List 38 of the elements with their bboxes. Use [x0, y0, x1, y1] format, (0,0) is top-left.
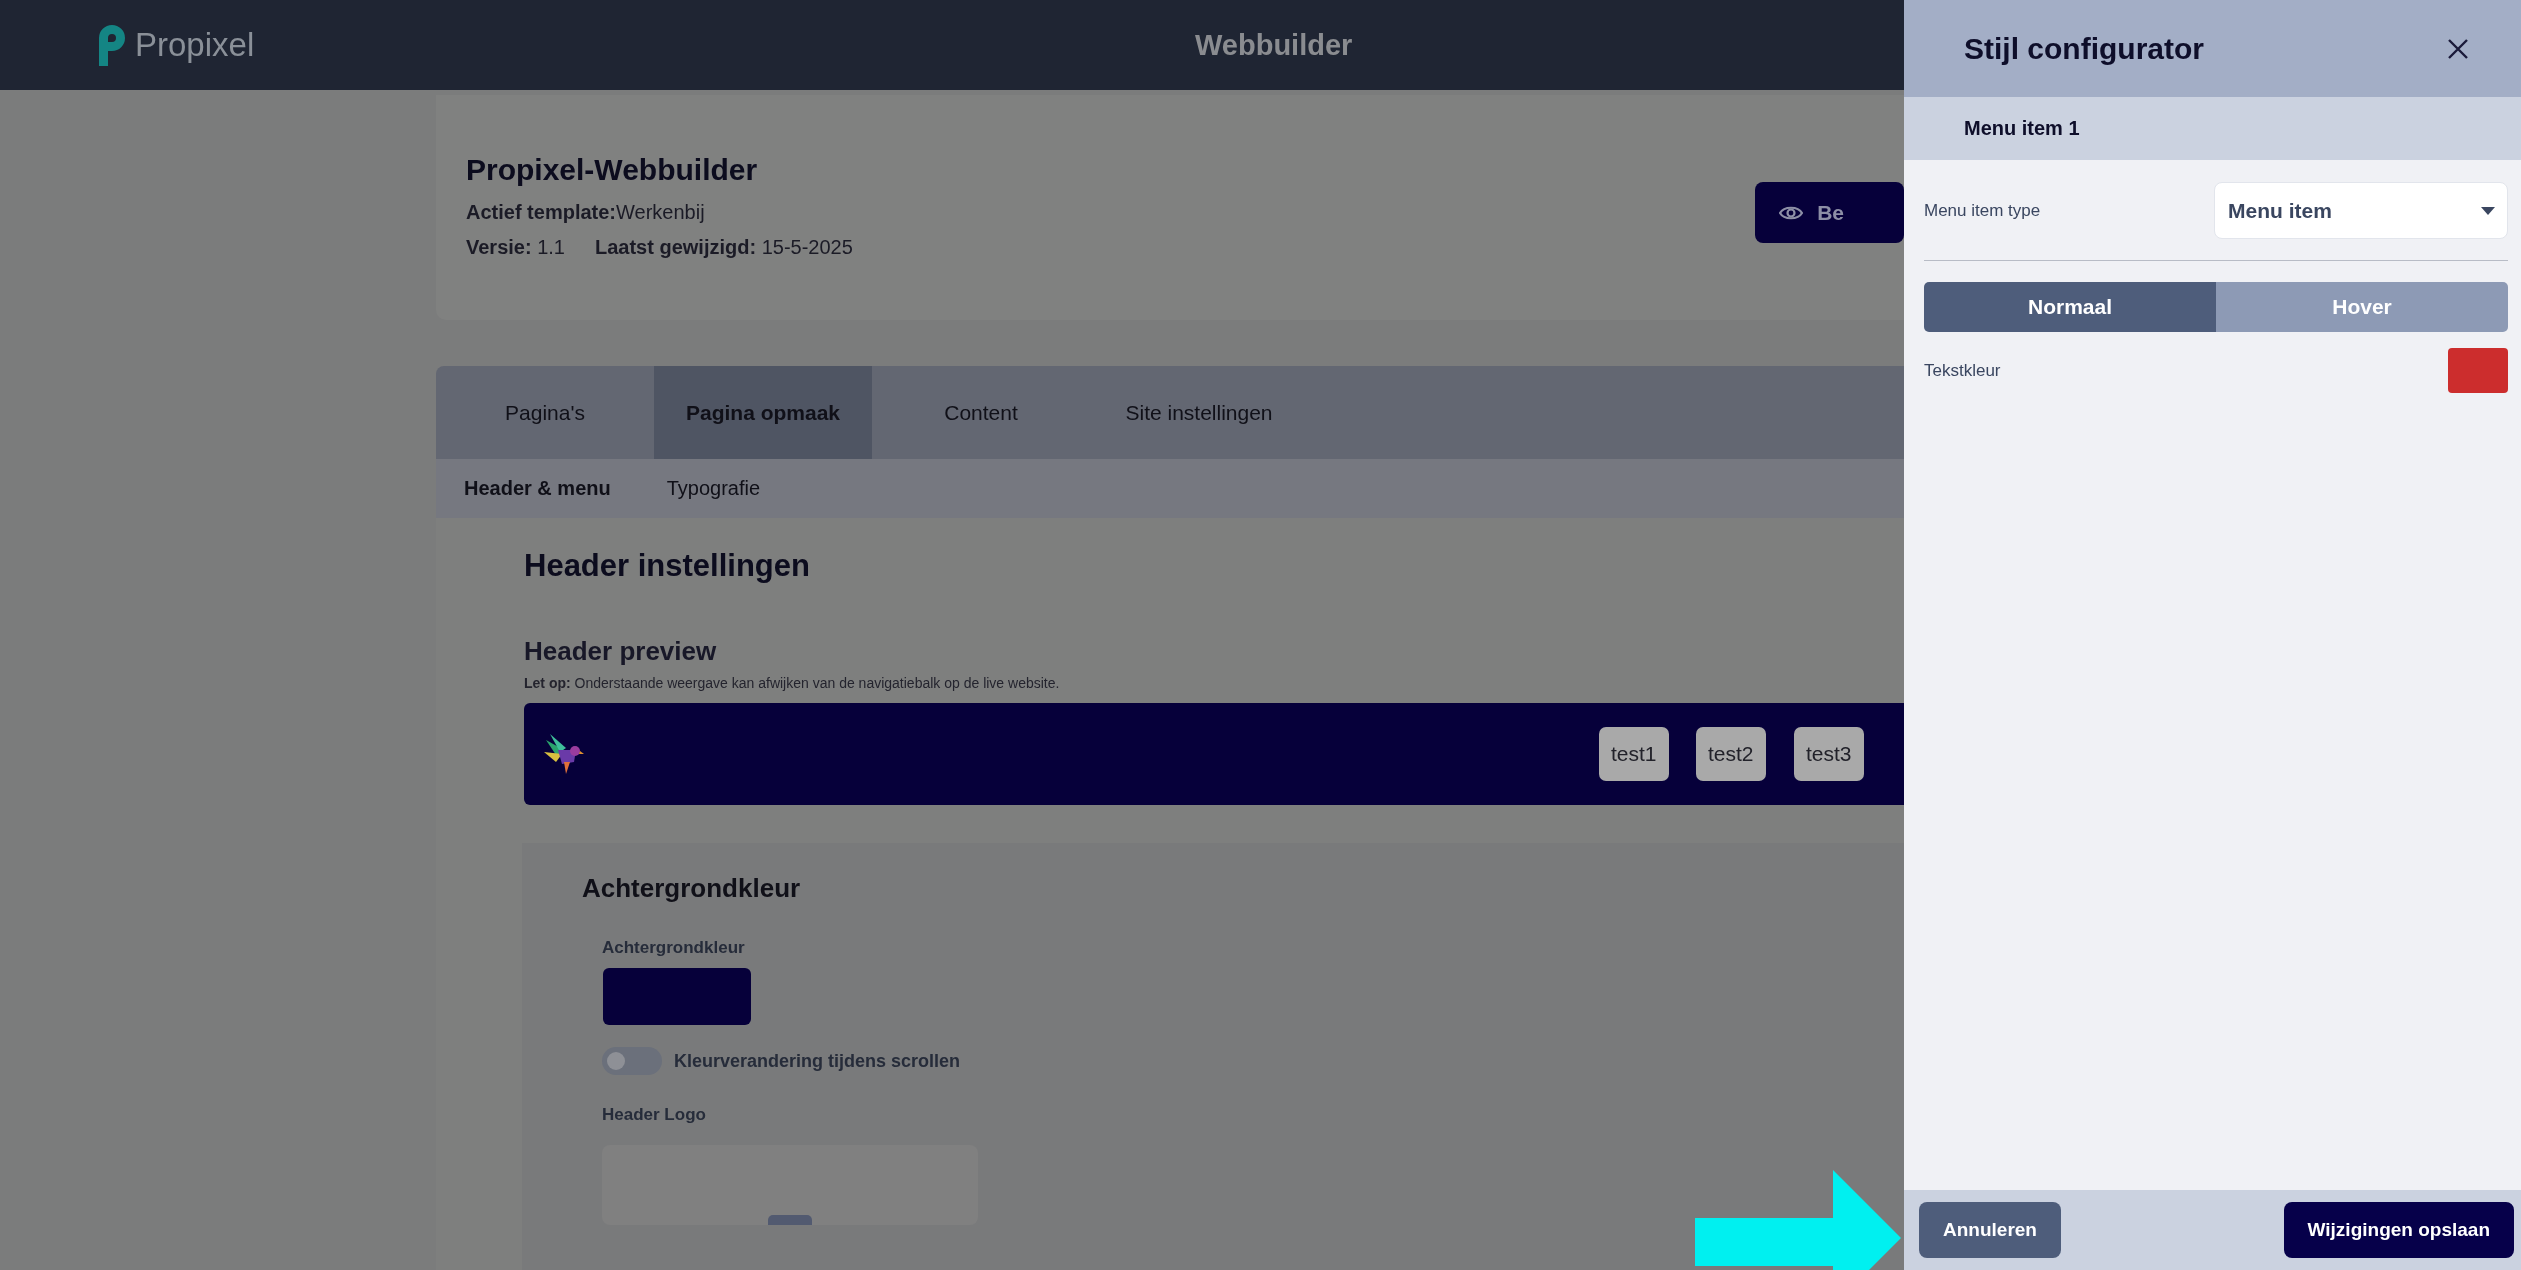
template-text: Actief template:Werkenbij	[466, 201, 705, 224]
preview-note: Let op: Onderstaande weergave kan afwijken van de navigatiebalk op de live website.	[524, 675, 1061, 691]
field-label: Tekstkleur	[1924, 360, 2001, 381]
menu-item-button[interactable]: test3	[1794, 727, 1864, 781]
preview-button[interactable]: Be	[1755, 182, 1904, 243]
image-placeholder-icon	[768, 1215, 812, 1225]
subtab[interactable]: Header & menu	[464, 477, 611, 500]
logo-text: Propixel	[135, 26, 255, 64]
color-swatch[interactable]	[2448, 348, 2508, 393]
card-title: Achtergrondkleur	[582, 873, 802, 904]
modified-text: Laatst gewijzigd: 15-5-2025	[594, 236, 853, 259]
app-title: Webbuilder	[1195, 28, 1354, 62]
save-button[interactable]: Wijzigingen opslaan	[2283, 1202, 2514, 1258]
field-label: Achtergrondkleur	[602, 938, 746, 958]
subtab[interactable]: Typografie	[666, 477, 761, 500]
project-title: Propixel-Webbuilder	[466, 153, 759, 187]
toggle-label: Kleurverandering tijdens scrollen	[674, 1050, 961, 1072]
toggle-switch[interactable]	[602, 1047, 662, 1075]
field-label: Menu item type	[1924, 200, 2041, 221]
type-dropdown[interactable]: Menu item	[2214, 182, 2508, 239]
state-tab[interactable]: Normaal	[1924, 282, 2216, 332]
cancel-button[interactable]: Annuleren	[1919, 1202, 2061, 1258]
logo-upload-area[interactable]	[602, 1145, 978, 1225]
tab[interactable]: Pagina's	[436, 366, 654, 459]
field-label: Header Logo	[602, 1105, 707, 1125]
panel-subtitle: Menu item 1	[1964, 117, 2080, 140]
section-title: Header instellingen	[524, 548, 811, 584]
menu-item-button[interactable]: test1	[1599, 727, 1669, 781]
caret-icon	[2481, 206, 2495, 215]
menu-item-button[interactable]: test2	[1696, 727, 1766, 781]
close-icon	[2447, 37, 2469, 60]
tab[interactable]: Content	[872, 366, 1090, 459]
version-text: Versie: 1.1	[466, 236, 565, 259]
close-button[interactable]	[2447, 37, 2469, 60]
color-swatch[interactable]	[603, 968, 751, 1025]
tab[interactable]: Site instellingen	[1090, 366, 1308, 459]
panel-title: Stijl configurator	[1964, 31, 2204, 66]
preview-title: Header preview	[524, 636, 718, 667]
